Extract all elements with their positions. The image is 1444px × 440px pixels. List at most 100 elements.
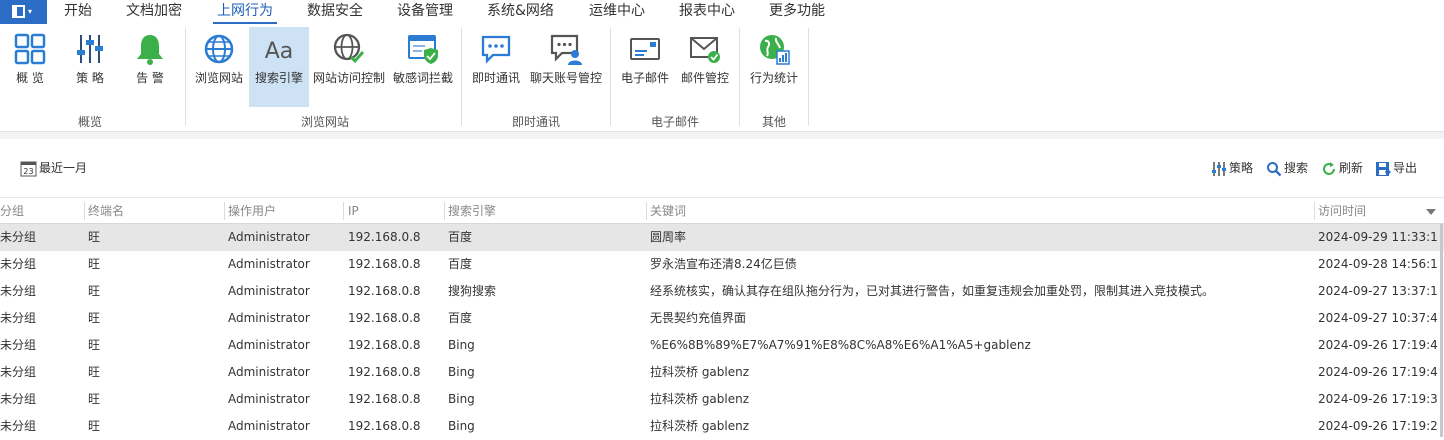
sort-desc-icon[interactable] [1426,209,1436,215]
tab-doc-encrypt[interactable]: 文档加密 [126,0,182,24]
table-row[interactable]: 未分组 旺 Administrator 192.168.0.8 Bing 拉科茨桥 gab… [0,359,1444,386]
cell-visit-time: 2024-09-26 17:19:40 [1318,365,1438,379]
search-toolbar-label: 搜索 [1284,161,1309,175]
policy-button[interactable]: 策 略 [66,27,114,107]
calendar-icon: 23 [20,161,37,177]
email-button[interactable]: 电子邮件 [617,27,673,107]
overview-grid-icon [14,33,46,65]
cell-keyword: 罗永浩宣布还清8.24亿巨债 [650,257,797,271]
column-header-ip[interactable]: IP [348,198,359,224]
cell-terminal: 旺 [88,419,101,433]
column-resize-handle[interactable] [1314,202,1315,220]
column-resize-handle[interactable] [444,202,445,220]
cell-user: Administrator [228,284,310,298]
group-separator [610,28,611,126]
tab-data-security[interactable]: 数据安全 [307,0,363,24]
search-icon [1267,161,1282,176]
cell-search-engine: Bing [448,365,475,379]
search-engine-button[interactable]: Aa 搜索引擎 [249,27,309,107]
table-row[interactable]: 未分组 旺 Administrator 192.168.0.8 Bing 拉科茨桥 gab… [0,413,1444,440]
cell-visit-time: 2024-09-28 14:56:13 [1318,257,1438,271]
cell-visit-time: 2024-09-27 13:37:13 [1318,284,1438,298]
column-resize-handle[interactable] [646,202,647,220]
column-header-terminal[interactable]: 终端名 [88,198,124,224]
export-save-icon [1376,161,1391,176]
refresh-toolbar-button[interactable]: 刷新 [1321,160,1363,178]
tab-system-network[interactable]: 系统&网络 [487,0,554,24]
sensitive-word-block-button[interactable]: 敏感词拦截 [391,27,455,107]
table-row[interactable]: 未分组 旺 Administrator 192.168.0.8 搜狗搜索 经系统核实，确认… [0,278,1444,305]
tab-ops-center[interactable]: 运维中心 [589,0,645,24]
export-toolbar-button[interactable]: 导出 [1375,160,1417,178]
column-header-group[interactable]: 分组 [0,198,24,224]
table-row[interactable]: 未分组 旺 Administrator 192.168.0.8 Bing %E6%8B%8… [0,332,1444,359]
tab-start[interactable]: 开始 [64,0,92,24]
column-resize-handle[interactable] [343,202,344,220]
tab-more-features[interactable]: 更多功能 [769,0,825,24]
group-separator [461,28,462,126]
column-header-user[interactable]: 操作用户 [228,198,276,224]
cell-search-engine: Bing [448,419,475,433]
app-menu-button[interactable]: ▾ [0,0,47,24]
table-row[interactable]: 未分组 旺 Administrator 192.168.0.8 百度 无畏契约充值界面 20… [0,305,1444,332]
cell-search-engine: 搜狗搜索 [448,284,497,298]
cell-keyword: 圆周率 [650,230,687,244]
cell-keyword: 经系统核实，确认其存在组队拖分行为，已对其进行警告，如重复违规会加重处罚，限制其… [650,284,1215,298]
ribbon-divider [0,132,1444,139]
cell-visit-time: 2024-09-26 17:19:38 [1318,392,1438,406]
cell-group: 未分组 [0,311,37,325]
overview-button[interactable]: 概 览 [6,27,54,107]
website-access-control-button[interactable]: 网站访问控制 [311,27,387,107]
cell-group: 未分组 [0,230,37,244]
cell-user: Administrator [228,257,310,271]
cell-ip: 192.168.0.8 [348,311,421,325]
instant-messaging-button[interactable]: 即时通讯 [468,27,524,107]
table-row[interactable]: 未分组 旺 Administrator 192.168.0.8 百度 罗永浩宣布还清8.2… [0,251,1444,278]
table-row[interactable]: 未分组 旺 Administrator 192.168.0.8 百度 圆周率 2024-09… [0,224,1444,251]
toolbar: 23 最近一月 策略 搜索 刷新 导出 [0,139,1444,196]
cell-ip: 192.168.0.8 [348,419,421,433]
cell-group: 未分组 [0,419,37,433]
column-resize-handle[interactable] [84,202,85,220]
cell-visit-time: 2024-09-26 17:19:28 [1318,419,1438,433]
group-separator [808,28,809,126]
column-header-search-engine[interactable]: 搜索引擎 [448,198,496,224]
cell-ip: 192.168.0.8 [348,338,421,352]
tab-device-mgmt[interactable]: 设备管理 [397,0,453,24]
column-header-keyword[interactable]: 关键词 [650,198,686,224]
email-label: 电子邮件 [620,71,669,85]
tab-internet-behavior[interactable]: 上网行为 [213,0,277,24]
cell-group: 未分组 [0,338,37,352]
behavior-stats-label: 行为统计 [749,71,798,85]
behavior-stats-button[interactable]: 行为统计 [746,27,802,107]
browse-websites-button[interactable]: 浏览网站 [191,27,247,107]
cell-visit-time: 2024-09-27 10:37:44 [1318,311,1438,325]
search-engine-aa-icon: Aa [265,39,294,64]
policy-sliders-icon [77,35,103,63]
group-label-other: 其他 [761,115,786,129]
cell-search-engine: 百度 [448,257,473,271]
svg-text:Aa: Aa [265,39,294,64]
cell-keyword: 拉科茨桥 gablenz [650,419,750,433]
cell-ip: 192.168.0.8 [348,230,421,244]
policy-sliders-icon [1212,161,1226,176]
date-range-selector[interactable]: 23 最近一月 [20,160,87,178]
search-toolbar-button[interactable]: 搜索 [1266,160,1308,178]
table-row[interactable]: 未分组 旺 Administrator 192.168.0.8 Bing 拉科茨桥 gab… [0,386,1444,413]
alert-button[interactable]: 告 警 [126,27,174,107]
cell-ip: 192.168.0.8 [348,392,421,406]
column-header-visit-time[interactable]: 访问时间 [1318,198,1366,224]
chat-account-control-button[interactable]: 聊天账号管控 [528,27,604,107]
cell-user: Administrator [228,392,310,406]
column-resize-handle[interactable] [224,202,225,220]
policy-toolbar-button[interactable]: 策略 [1211,160,1253,178]
cell-search-engine: Bing [448,392,475,406]
tab-report-center[interactable]: 报表中心 [679,0,735,24]
instant-messaging-label: 即时通讯 [471,71,520,85]
mail-control-button[interactable]: 邮件管控 [677,27,733,107]
cell-ip: 192.168.0.8 [348,365,421,379]
vertical-scrollbar[interactable] [1440,224,1443,437]
group-separator [739,28,740,126]
cell-visit-time: 2024-09-29 11:33:19 [1318,230,1438,244]
cell-terminal: 旺 [88,230,101,244]
